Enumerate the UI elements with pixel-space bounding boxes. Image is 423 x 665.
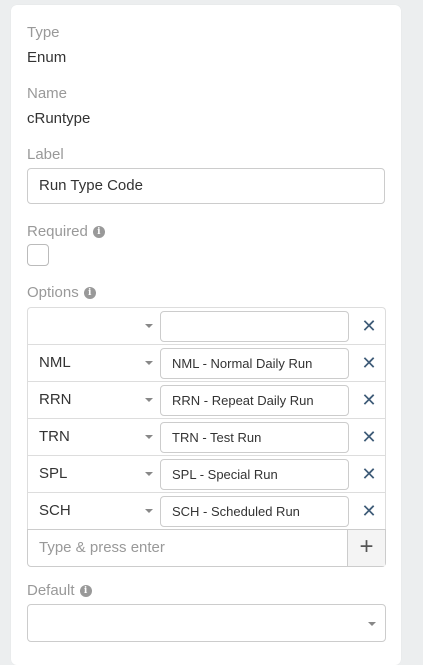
required-label-text: Required <box>27 223 88 240</box>
option-row: TRN TRN - Test Run ✕ <box>27 418 386 455</box>
caret-down-icon <box>145 361 153 365</box>
option-value-text: SCH <box>39 502 71 519</box>
add-option-row: Type & press enter + <box>27 529 386 567</box>
option-row: RRN RRN - Repeat Daily Run ✕ <box>27 381 386 418</box>
close-icon[interactable]: ✕ <box>359 501 379 521</box>
type-value: Enum <box>27 49 67 66</box>
caret-down-icon <box>145 398 153 402</box>
close-icon[interactable]: ✕ <box>359 353 379 373</box>
options-label-text: Options <box>27 284 79 301</box>
add-option-input[interactable]: Type & press enter <box>28 530 348 566</box>
required-checkbox[interactable] <box>27 244 49 266</box>
option-value-select[interactable] <box>28 308 159 344</box>
close-icon[interactable]: ✕ <box>359 427 379 447</box>
option-label-input[interactable]: SPL - Special Run <box>160 459 349 490</box>
close-icon[interactable]: ✕ <box>359 464 379 484</box>
caret-down-icon <box>145 324 153 328</box>
info-icon[interactable]: i <box>79 584 92 597</box>
plus-icon[interactable]: + <box>347 530 385 566</box>
option-label-input[interactable] <box>160 311 349 342</box>
option-value-select[interactable]: RRN <box>28 382 159 418</box>
close-icon[interactable]: ✕ <box>359 316 379 336</box>
info-icon[interactable]: i <box>83 286 96 299</box>
option-value-select[interactable]: NML <box>28 345 159 381</box>
default-select[interactable] <box>27 604 386 642</box>
option-label-input[interactable]: TRN - Test Run <box>160 422 349 453</box>
option-row: SCH SCH - Scheduled Run ✕ <box>27 492 386 529</box>
name-label: Name <box>27 85 68 102</box>
close-icon[interactable]: ✕ <box>359 390 379 410</box>
info-icon[interactable]: i <box>92 225 105 238</box>
label-input[interactable]: Run Type Code <box>27 168 385 204</box>
option-row: ✕ <box>27 307 386 344</box>
caret-down-icon <box>368 622 376 626</box>
name-value: cRuntype <box>27 110 91 127</box>
caret-down-icon <box>145 472 153 476</box>
type-label: Type <box>27 24 60 41</box>
option-value-select[interactable]: SPL <box>28 456 159 492</box>
option-value-text: TRN <box>39 428 70 445</box>
default-label: Default i <box>27 582 92 599</box>
option-row: NML NML - Normal Daily Run ✕ <box>27 344 386 381</box>
option-value-text: SPL <box>39 465 68 482</box>
option-row: SPL SPL - Special Run ✕ <box>27 455 386 492</box>
option-label-input[interactable]: SCH - Scheduled Run <box>160 496 349 527</box>
caret-down-icon <box>145 435 153 439</box>
option-label-input[interactable]: NML - Normal Daily Run <box>160 348 349 379</box>
option-value-select[interactable]: TRN <box>28 419 159 455</box>
option-value-text: NML <box>39 354 71 371</box>
default-label-text: Default <box>27 582 75 599</box>
label-field-label: Label <box>27 146 64 163</box>
required-label: Required i <box>27 223 105 240</box>
caret-down-icon <box>145 509 153 513</box>
option-label-input[interactable]: RRN - Repeat Daily Run <box>160 385 349 416</box>
options-label: Options i <box>27 284 96 301</box>
option-value-text: RRN <box>39 391 72 408</box>
option-value-select[interactable]: SCH <box>28 493 159 529</box>
field-editor-panel: Type Enum Name cRuntype Label Run Type C… <box>11 5 401 665</box>
options-list: ✕ NML NML - Normal Daily Run ✕ RRN RRN -… <box>27 307 386 567</box>
